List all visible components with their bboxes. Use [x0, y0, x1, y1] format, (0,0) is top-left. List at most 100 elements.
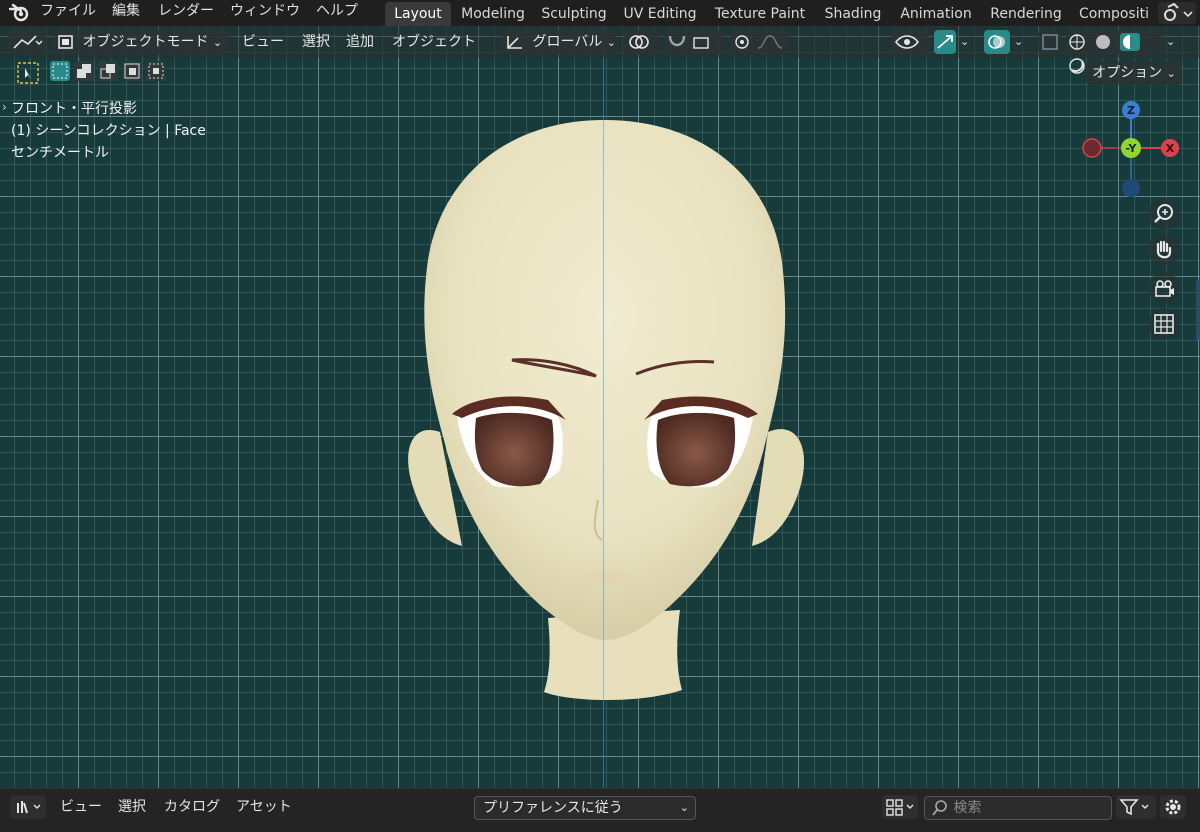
- search-icon: [932, 800, 947, 816]
- select-extend-icon: [77, 64, 91, 78]
- vp-menu-view[interactable]: ビュー: [242, 30, 284, 54]
- pan-button[interactable]: [1148, 234, 1180, 266]
- gizmo-neg-x-icon[interactable]: [1082, 138, 1102, 158]
- chevron-down-icon[interactable]: ⌄: [1014, 30, 1023, 54]
- chevron-down-icon[interactable]: ⌄: [1166, 30, 1175, 54]
- transform-orientation-dropdown[interactable]: グローバル ⌄: [502, 30, 616, 54]
- tab-shading[interactable]: Shading: [818, 2, 888, 26]
- pivot-point-button[interactable]: [624, 30, 660, 54]
- gizmo-z-label: Z: [1127, 104, 1135, 117]
- magnet-icon: [668, 35, 709, 49]
- solid-shading-icon[interactable]: [1092, 30, 1114, 54]
- chevron-down-icon: ⌄: [679, 801, 689, 814]
- editor-type-icon: [13, 35, 43, 49]
- asset-menu-view[interactable]: ビュー: [60, 796, 102, 818]
- select-extend-button[interactable]: [74, 61, 94, 81]
- visibility-button[interactable]: [892, 30, 928, 54]
- sidebar-expand-arrow-icon[interactable]: ›: [2, 100, 7, 114]
- orientation-axes-icon: [507, 36, 522, 49]
- tool-select-button[interactable]: [16, 61, 40, 85]
- asset-library-icon: [17, 801, 41, 814]
- collection-info-text: (1) シーンコレクション | Face: [11, 123, 206, 139]
- asset-library-label: プリファレンスに従う: [483, 800, 623, 816]
- mode-label: オブジェクトモード: [82, 34, 209, 50]
- select-new-icon: [52, 63, 68, 79]
- tab-modeling[interactable]: Modeling: [456, 2, 530, 26]
- tab-layout[interactable]: Layout: [385, 2, 451, 26]
- gizmo-neg-z-icon[interactable]: [1122, 179, 1140, 197]
- editor-type-button[interactable]: [8, 30, 46, 54]
- navigation-gizmo[interactable]: Z -Y X: [1080, 98, 1184, 202]
- select-new-button[interactable]: [50, 61, 70, 81]
- select-intersect-button[interactable]: [146, 61, 166, 81]
- gizmo-x-label: X: [1166, 142, 1175, 155]
- perspective-toggle-button[interactable]: [1148, 308, 1180, 340]
- mode-selector[interactable]: オブジェクトモード ⌄: [54, 30, 230, 54]
- asset-menu-catalog[interactable]: カタログ: [164, 796, 220, 818]
- tab-sculpting[interactable]: Sculpting: [536, 2, 612, 26]
- 3d-viewport[interactable]: [0, 26, 1200, 788]
- select-invert-button[interactable]: [122, 61, 142, 81]
- overlays-toggle-button[interactable]: [984, 30, 1010, 54]
- vp-menu-add[interactable]: 追加: [346, 30, 374, 54]
- scrollbar[interactable]: [1196, 280, 1200, 340]
- menu-render[interactable]: レンダー: [158, 0, 214, 26]
- orientation-label: グローバル: [532, 34, 603, 50]
- menu-file[interactable]: ファイル: [40, 0, 96, 26]
- select-invert-icon: [124, 63, 140, 79]
- overlay-icon: [988, 35, 1005, 49]
- menu-help[interactable]: ヘルプ: [316, 0, 358, 26]
- options-dropdown[interactable]: オプション ⌄: [1086, 61, 1182, 85]
- asset-menu-select[interactable]: 選択: [118, 796, 146, 818]
- chevron-down-icon: ⌄: [1166, 67, 1176, 80]
- rendered-shading-icon[interactable]: [1066, 54, 1088, 78]
- grid-icon: [1154, 314, 1174, 334]
- gizmo-y-label: -Y: [1126, 142, 1138, 155]
- chevron-down-icon: ⌄: [606, 36, 616, 49]
- proportional-editing-button[interactable]: [730, 30, 790, 54]
- settings-button[interactable]: [1160, 795, 1186, 819]
- hand-icon: [1156, 240, 1172, 259]
- wireframe-shading-icon[interactable]: [1066, 30, 1088, 54]
- gizmo-toggle-button[interactable]: [934, 30, 956, 54]
- zoom-button[interactable]: [1148, 198, 1180, 230]
- scene-icon: [1164, 2, 1193, 21]
- vp-menu-object[interactable]: オブジェクト: [392, 30, 476, 54]
- material-preview-icon[interactable]: [1119, 30, 1141, 54]
- asset-editor-type-button[interactable]: [10, 795, 46, 819]
- tab-animation[interactable]: Animation: [894, 2, 978, 26]
- proportional-edit-icon: [735, 35, 783, 49]
- zoom-icon: [1154, 204, 1173, 223]
- view-name-text: フロント・平行投影: [11, 101, 137, 117]
- tab-texture-paint[interactable]: Texture Paint: [708, 2, 812, 26]
- xray-toggle-button[interactable]: [1038, 30, 1062, 54]
- options-label: オプション: [1092, 65, 1163, 81]
- filter-icon: [1119, 799, 1149, 816]
- snapping-button[interactable]: [664, 30, 724, 54]
- menu-edit[interactable]: 編集: [112, 0, 140, 26]
- tab-compositing[interactable]: Compositi: [1074, 2, 1154, 26]
- xray-icon: [1042, 34, 1058, 50]
- menu-window[interactable]: ウィンドウ: [230, 0, 300, 26]
- select-subtract-button[interactable]: [98, 61, 118, 81]
- asset-menu-asset[interactable]: アセット: [236, 796, 292, 818]
- vp-menu-select[interactable]: 選択: [302, 30, 330, 54]
- filter-button[interactable]: [1116, 795, 1156, 819]
- display-mode-button[interactable]: [882, 795, 918, 819]
- scene-selector-button[interactable]: [1158, 2, 1196, 24]
- blender-logo-icon[interactable]: [8, 3, 30, 23]
- object-mode-icon: [58, 35, 73, 49]
- chevron-down-icon: ⌄: [212, 36, 223, 49]
- tab-uv-editing[interactable]: UV Editing: [618, 2, 702, 26]
- units-text: センチメートル: [11, 145, 109, 161]
- gear-icon: [1165, 799, 1181, 815]
- select-subtract-icon: [100, 64, 115, 79]
- shading-modes: [1066, 30, 1162, 74]
- camera-view-button[interactable]: [1148, 272, 1180, 304]
- asset-library-dropdown[interactable]: プリファレンスに従う ⌄: [474, 796, 696, 820]
- chevron-down-icon[interactable]: ⌄: [960, 30, 969, 54]
- asset-search-input[interactable]: 検索: [924, 796, 1112, 820]
- eye-icon: [894, 35, 920, 49]
- tab-rendering[interactable]: Rendering: [984, 2, 1068, 26]
- selection-mode-buttons: [50, 61, 166, 85]
